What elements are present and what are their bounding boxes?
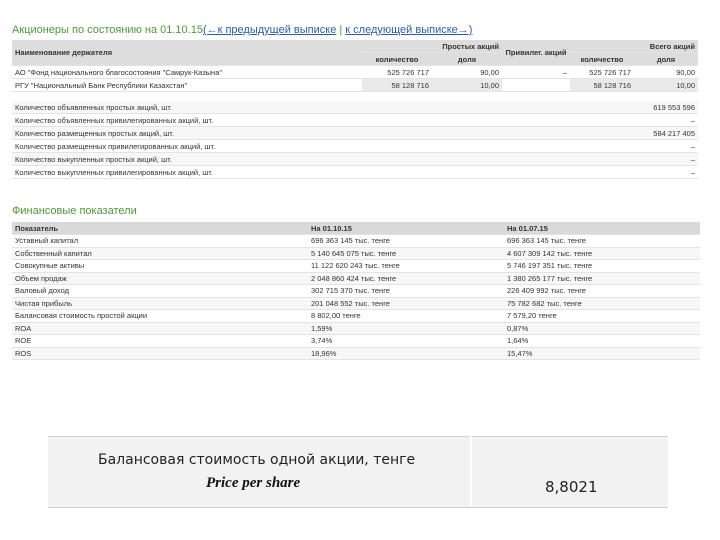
- table-row: Уставный капитал 696 363 145 тыс. тенге 69…: [12, 234, 700, 248]
- table-row: Чистая прибыль 201 048 552 тыс. тенге 75 7…: [12, 297, 700, 310]
- count-value: 584 217 405: [564, 126, 698, 140]
- period2-value: 75 782 682 тыс. тенге: [504, 297, 700, 310]
- common-qty-header: количество: [362, 52, 432, 66]
- period2-value: 226 409 992 тыс. тенге: [504, 284, 700, 298]
- next-statement-link[interactable]: к следующей выписке→): [345, 24, 472, 36]
- period1-value: 18,96%: [308, 347, 504, 360]
- table-row: Балансовая стоимость простой акции 8 802,…: [12, 309, 700, 323]
- count-label: Количество объявленных простых акций, шт…: [12, 101, 564, 114]
- period1-value: 8 802,00 тенге: [308, 309, 504, 323]
- period2-value: 15,47%: [504, 347, 700, 360]
- shareholders-title: Акционеры по состоянию на 01.10.15(←к пр…: [12, 24, 472, 36]
- table-row: ROS 18,96% 15,47%: [12, 347, 700, 360]
- indicator-name: Объем продаж: [12, 272, 308, 285]
- count-label: Количество выкупленных привилегированных…: [12, 165, 564, 179]
- table-row: Количество объявленных привилегированных…: [12, 113, 698, 127]
- table-row: ROA 1,59% 0,87%: [12, 322, 700, 335]
- indicator-name: Валовый доход: [12, 284, 308, 298]
- period1-value: 696 363 145 тыс. тенге: [308, 234, 504, 248]
- period1-value: 1,59%: [308, 322, 504, 335]
- period1-value: 201 048 552 тыс. тенге: [308, 297, 504, 310]
- indicator-name: Собственный капитал: [12, 247, 308, 260]
- period2-value: 4 607 309 142 тыс. тенге: [504, 247, 700, 260]
- table-row: Количество объявленных простых акций, шт…: [12, 101, 698, 114]
- holder-name: РГУ "Национальный Банк Республики Казахс…: [12, 78, 362, 92]
- caption-label-en: Price per share: [206, 475, 301, 491]
- total-qty-header: количество: [570, 52, 634, 66]
- count-label: Количество выкупленных простых акций, шт…: [12, 152, 564, 166]
- indicator-name: ROS: [12, 347, 308, 360]
- period2-value: 696 363 145 тыс. тенге: [504, 234, 700, 248]
- count-value: –: [564, 152, 698, 166]
- table-row: АО "Фонд национального благосостояния "С…: [12, 65, 698, 79]
- table-row: ROE 3,74% 1,64%: [12, 334, 700, 348]
- holder-name-header: Наименование держателя: [12, 40, 362, 66]
- shareholders-title-text: Акционеры по состоянию на 01.10.15: [12, 24, 203, 36]
- period2-value: 1,64%: [504, 334, 700, 348]
- common-qty: 58 128 716: [362, 78, 432, 92]
- preferred-qty: –: [502, 65, 570, 79]
- preferred-shares-header: Привилег. акций: [502, 40, 570, 66]
- count-value: 619 553 596: [564, 101, 698, 114]
- table-row: РГУ "Национальный Банк Республики Казахс…: [12, 78, 698, 92]
- count-label: Количество размещенных простых акций, шт…: [12, 126, 564, 140]
- common-shares-header: Простых акций: [362, 40, 502, 53]
- caption-divider: [470, 436, 472, 506]
- financials-header-row: Показатель На 01.10.15 На 01.07.15: [12, 222, 700, 235]
- total-qty: 525 726 717: [570, 65, 634, 79]
- period2-value: 7 579,20 тенге: [504, 309, 700, 323]
- count-label: Количество объявленных привилегированных…: [12, 113, 564, 127]
- indicator-name: ROE: [12, 334, 308, 348]
- table-row: Собственный капитал 5 140 645 075 тыс. те…: [12, 247, 700, 260]
- period1-value: 2 048 860 424 тыс. тенге: [308, 272, 504, 285]
- caption-value: 8,8021: [545, 478, 598, 496]
- period1-value: 3,74%: [308, 334, 504, 348]
- period2-header: На 01.07.15: [504, 222, 700, 235]
- indicator-name: Чистая прибыль: [12, 297, 308, 310]
- indicator-name: Уставный капитал: [12, 234, 308, 248]
- period1-header: На 01.10.15: [308, 222, 504, 235]
- caption-box: [48, 436, 668, 508]
- table-row: Количество выкупленных простых акций, шт…: [12, 152, 698, 166]
- table-row: Совокупные активы 11 122 620 243 тыс. тен…: [12, 259, 700, 273]
- prev-statement-link[interactable]: (←к предыдущей выписке: [203, 24, 336, 36]
- indicator-name: ROA: [12, 322, 308, 335]
- total-qty: 58 128 716: [570, 78, 634, 92]
- count-value: –: [564, 113, 698, 127]
- total-shares-header: Всего акций: [570, 40, 698, 53]
- count-value: –: [564, 165, 698, 179]
- indicator-name: Балансовая стоимость простой акции: [12, 309, 308, 323]
- indicator-header: Показатель: [12, 222, 308, 235]
- table-row: Количество размещенных простых акций, шт…: [12, 126, 698, 140]
- shareholders-header-row: Наименование держателя Простых акций При…: [12, 40, 698, 66]
- caption-label-ru: Балансовая стоимость одной акции, тенге: [98, 452, 416, 468]
- common-share: 90,00: [432, 65, 502, 79]
- period1-value: 5 140 645 075 тыс. тенге: [308, 247, 504, 260]
- common-qty: 525 726 717: [362, 65, 432, 79]
- financials-title: Финансовые показатели: [12, 205, 137, 217]
- period1-value: 11 122 620 243 тыс. тенге: [308, 259, 504, 273]
- share-counts-table: Количество объявленных простых акций, шт…: [12, 101, 698, 179]
- nav-separator: |: [336, 24, 346, 36]
- total-share: 90,00: [634, 65, 698, 79]
- indicator-name: Совокупные активы: [12, 259, 308, 273]
- holder-name: АО "Фонд национального благосостояния "С…: [12, 65, 362, 79]
- financials-table: Показатель На 01.10.15 На 01.07.15 Устав…: [12, 222, 700, 360]
- count-label: Количество размещенных привилегированных…: [12, 139, 564, 153]
- table-row: Количество размещенных привилегированных…: [12, 139, 698, 153]
- table-row: Валовый доход 302 715 370 тыс. тенге 226 4…: [12, 284, 700, 298]
- count-value: –: [564, 139, 698, 153]
- preferred-qty: [502, 78, 570, 92]
- period2-value: 1 380 265 177 тыс. тенге: [504, 272, 700, 285]
- table-row: Количество выкупленных привилегированных…: [12, 165, 698, 179]
- common-share-header: доля: [432, 52, 502, 66]
- total-share: 10,00: [634, 78, 698, 92]
- period2-value: 0,87%: [504, 322, 700, 335]
- period2-value: 5 746 197 351 тыс. тенге: [504, 259, 700, 273]
- period1-value: 302 715 370 тыс. тенге: [308, 284, 504, 298]
- total-share-header: доля: [634, 52, 698, 66]
- table-row: Объем продаж 2 048 860 424 тыс. тенге 1 38…: [12, 272, 700, 285]
- common-share: 10,00: [432, 78, 502, 92]
- shareholders-table: Наименование держателя Простых акций При…: [12, 40, 698, 92]
